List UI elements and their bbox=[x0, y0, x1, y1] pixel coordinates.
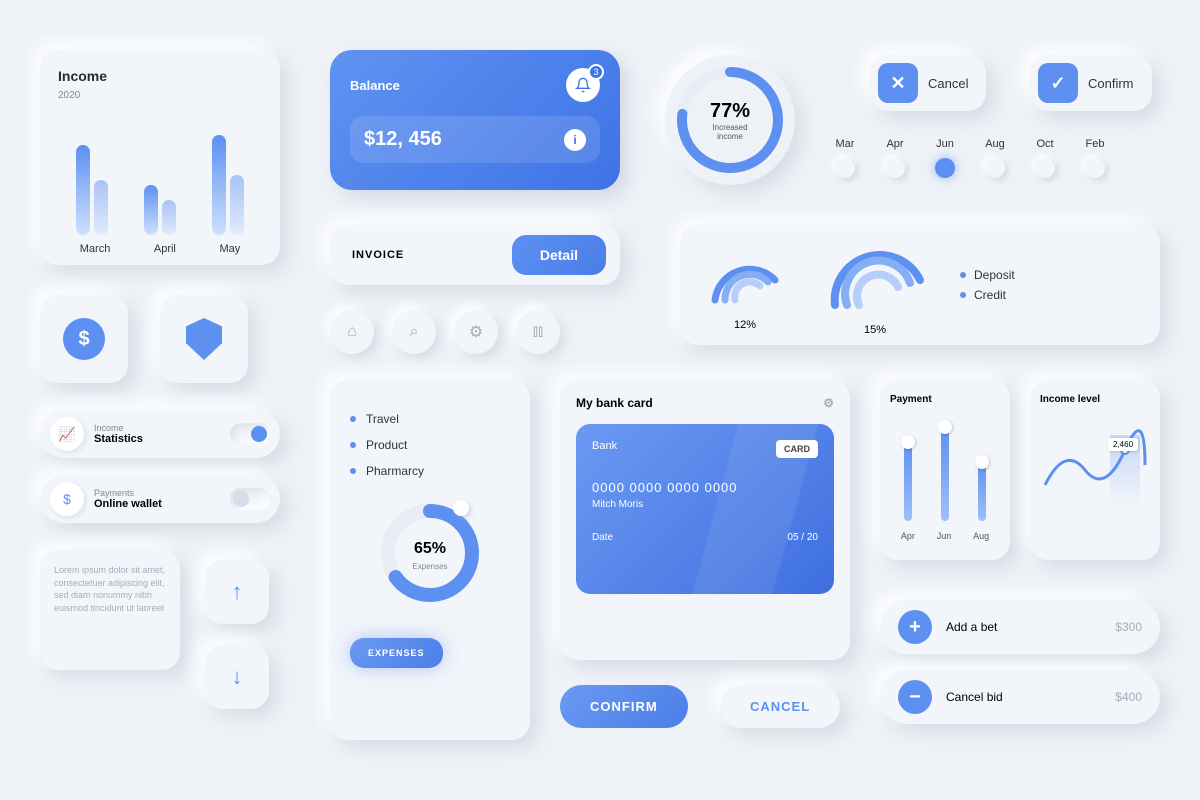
balance-title: Balance bbox=[350, 78, 400, 93]
month-aug[interactable]: Aug bbox=[985, 138, 1005, 178]
income-level-tag: 2,460 bbox=[1108, 438, 1138, 451]
expense-item: Pharmarcy bbox=[350, 464, 510, 478]
wallet-toggle-row: $ PaymentsOnline wallet bbox=[40, 475, 280, 523]
arrow-up-button[interactable]: ↑ bbox=[205, 560, 269, 624]
month-selector: Mar Apr Jun Aug Oct Feb bbox=[835, 138, 1105, 178]
check-icon: ✓ bbox=[1038, 63, 1078, 103]
expenses-card: Travel Product Pharmarcy 65% Expenses EX… bbox=[330, 380, 530, 740]
gear-icon[interactable]: ⚙ bbox=[454, 310, 498, 354]
month-mar[interactable]: Mar bbox=[835, 138, 855, 178]
month-feb[interactable]: Feb bbox=[1085, 138, 1105, 178]
plus-icon: + bbox=[898, 610, 932, 644]
payment-slider-jun[interactable] bbox=[941, 426, 949, 521]
dollar-tile[interactable]: $ bbox=[40, 295, 128, 383]
cancel-big-button[interactable]: CANCEL bbox=[720, 685, 840, 728]
add-bet-row[interactable]: + Add a bet $300 bbox=[880, 600, 1160, 654]
statistics-toggle[interactable] bbox=[230, 423, 270, 445]
home-icon[interactable]: ⌂ bbox=[330, 310, 374, 354]
expense-item: Product bbox=[350, 438, 510, 452]
gear-icon[interactable]: ⚙ bbox=[823, 396, 834, 410]
info-icon[interactable]: i bbox=[564, 129, 586, 151]
balance-amount: $12, 456 bbox=[364, 128, 442, 151]
close-icon: ✕ bbox=[878, 63, 918, 103]
cancel-button[interactable]: ✕ Cancel bbox=[870, 55, 986, 111]
arrow-down-button[interactable]: ↓ bbox=[205, 645, 269, 709]
cancel-bid-row[interactable]: − Cancel bid $400 bbox=[880, 670, 1160, 724]
wallet-icon: $ bbox=[50, 482, 84, 516]
credit-card[interactable]: BankCARD 0000 0000 0000 0000 Mitch Moris… bbox=[576, 424, 834, 594]
payment-slider-aug[interactable] bbox=[978, 461, 986, 521]
ring-handle[interactable] bbox=[453, 500, 469, 516]
income-chart-card: Income 2020 March April May bbox=[40, 50, 280, 265]
invoice-card: INVOICE Detail bbox=[330, 225, 620, 285]
expenses-button[interactable]: EXPENSES bbox=[350, 638, 443, 668]
search-icon[interactable]: ⌕ bbox=[392, 310, 436, 354]
income-title: Income bbox=[58, 68, 262, 84]
detail-button[interactable]: Detail bbox=[512, 235, 606, 275]
month-oct[interactable]: Oct bbox=[1035, 138, 1055, 178]
statistics-toggle-row: 📈 IncomeStatistics bbox=[40, 410, 280, 458]
income-year: 2020 bbox=[58, 90, 262, 101]
shield-tile[interactable] bbox=[160, 295, 248, 383]
notif-badge: 3 bbox=[588, 64, 604, 80]
bank-card-panel: My bank card ⚙ BankCARD 0000 0000 0000 0… bbox=[560, 380, 850, 660]
stats-icon: 📈 bbox=[50, 417, 84, 451]
confirm-big-button[interactable]: CONFIRM bbox=[560, 685, 688, 728]
balance-card: Balance 3 $12, 456 i bbox=[330, 50, 620, 190]
expense-item: Travel bbox=[350, 412, 510, 426]
arc-chart-card: 12% 15% Deposit Credit bbox=[680, 225, 1160, 345]
chart-icon[interactable]: ⫾⫾ bbox=[516, 310, 560, 354]
wallet-toggle[interactable] bbox=[230, 488, 270, 510]
arc-legend: Deposit Credit bbox=[960, 262, 1015, 308]
income-level-card: Income level 2,460 bbox=[1030, 380, 1160, 560]
shield-icon bbox=[186, 318, 222, 360]
income-bars bbox=[58, 115, 262, 235]
dollar-icon: $ bbox=[63, 318, 105, 360]
bell-icon[interactable]: 3 bbox=[566, 68, 600, 102]
expenses-ring[interactable]: 65% Expenses bbox=[375, 498, 485, 608]
payment-slider-apr[interactable] bbox=[904, 441, 912, 521]
nav-icons: ⌂ ⌕ ⚙ ⫾⫾ bbox=[330, 310, 560, 354]
payment-card: Payment AprJunAug bbox=[880, 380, 1010, 560]
income-increase-ring: 77% Increased income bbox=[665, 55, 795, 185]
lorem-card: Lorem ipsum dolor sit amet, consectetuer… bbox=[40, 550, 180, 670]
month-apr[interactable]: Apr bbox=[885, 138, 905, 178]
month-jun[interactable]: Jun bbox=[935, 138, 955, 178]
minus-icon: − bbox=[898, 680, 932, 714]
confirm-button[interactable]: ✓ Confirm bbox=[1030, 55, 1152, 111]
